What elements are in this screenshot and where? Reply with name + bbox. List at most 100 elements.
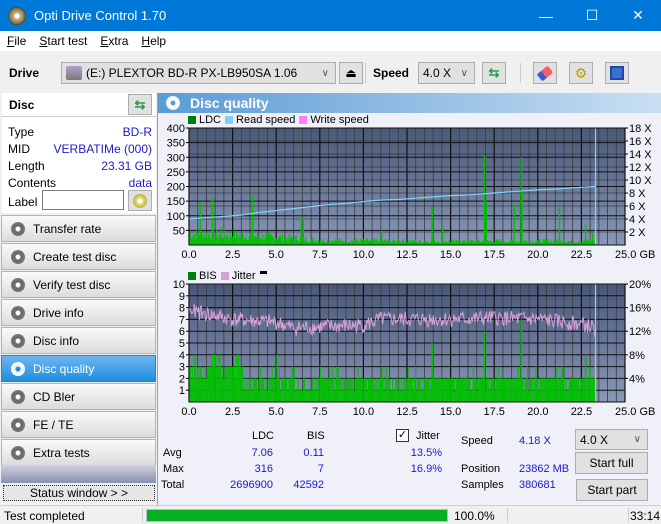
nav-cd-bler[interactable]: CD Bler <box>1 383 156 410</box>
nav-fe-te[interactable]: FE / TE <box>1 411 156 438</box>
bis-bar <box>326 378 328 402</box>
disc-info-panel: Type BD-R MID VERBATIMe (000) Length 23.31 … <box>2 117 156 213</box>
nav-create-test-disc[interactable]: Create test disc <box>1 243 156 270</box>
ldc-bar <box>456 240 458 245</box>
ldc-bar <box>278 235 281 245</box>
y2-tick-label: 12 X <box>629 162 652 174</box>
floppy-save-icon <box>610 66 624 80</box>
bis-bar <box>449 378 451 402</box>
ldc-bar <box>272 236 274 245</box>
bis-bar <box>298 390 300 402</box>
ldc-bar <box>311 237 313 245</box>
bis-bar <box>219 354 221 402</box>
bis-bar <box>397 378 399 402</box>
ldc-spike <box>211 198 214 245</box>
ldc-bar <box>590 241 592 245</box>
bis-bar <box>225 366 227 402</box>
ldc-bar <box>494 241 496 245</box>
stats-table: LDC BIS ✓ Jitter Avg 7.06 0.11 13.5% Max… <box>158 429 458 499</box>
start-part-button[interactable]: Start part <box>576 479 648 501</box>
bis-bar <box>372 378 374 402</box>
ldc-bar <box>525 241 527 245</box>
disc-icon <box>11 305 25 320</box>
eject-button[interactable]: ⏏ <box>339 62 363 84</box>
bis-bar <box>204 366 206 402</box>
bis-bar <box>334 390 336 402</box>
max-ldc: 316 <box>254 463 273 475</box>
settings-button[interactable]: ⚙ <box>569 62 593 84</box>
status-window-button[interactable]: Status window > > <box>3 485 155 501</box>
bis-bar <box>311 378 313 402</box>
legend-marker <box>259 270 267 274</box>
y2-tick-label: 18 X <box>629 123 652 135</box>
menu-start-test[interactable]: Start test <box>39 34 87 48</box>
bis-bar <box>249 378 251 402</box>
bis-bar <box>586 378 588 402</box>
bis-bar <box>277 378 279 402</box>
erase-button[interactable] <box>533 62 557 84</box>
bis-bar <box>405 390 407 402</box>
drive-select[interactable]: (E:) PLEXTOR BD-R PX-LB950SA 1.06 ∨ <box>61 62 336 84</box>
jitter-checkbox[interactable]: ✓ <box>396 429 409 442</box>
nav-transfer-rate[interactable]: Transfer rate <box>1 215 156 242</box>
refresh-button[interactable]: ⇆ <box>482 62 506 84</box>
nav-disc-info[interactable]: Disc info <box>1 327 156 354</box>
speed-value: 4.0 X <box>423 66 452 80</box>
ldc-bar <box>500 241 502 245</box>
bis-bar <box>339 378 341 402</box>
bis-bar <box>232 366 234 402</box>
resize-grip-icon[interactable]: ⋰ <box>649 514 657 523</box>
disc-icon <box>11 389 25 404</box>
test-speed-select[interactable]: 4.0 X ∨ <box>575 429 648 450</box>
menu-extra[interactable]: Extra <box>100 34 128 48</box>
disc-refresh-button[interactable]: ⇆ <box>128 94 152 115</box>
ldc-bar <box>407 240 409 245</box>
ldc-bar <box>338 238 340 245</box>
bis-bar <box>470 390 472 402</box>
ldc-bar <box>354 240 356 245</box>
nav-extra-tests[interactable]: Extra tests <box>1 439 156 466</box>
ldc-bar <box>314 239 316 245</box>
bis-bar <box>494 390 496 402</box>
menu-file[interactable]: File <box>7 34 26 48</box>
x-tick-label: 0.0 <box>181 249 196 261</box>
disc-label-button[interactable] <box>128 190 152 211</box>
ldc-bar <box>201 232 203 245</box>
ldc-bar <box>282 233 284 245</box>
bis-bar <box>473 378 475 402</box>
bis-bar <box>417 378 419 402</box>
bis-bar <box>418 378 420 402</box>
bis-bar <box>362 378 364 402</box>
bis-bar <box>575 378 577 402</box>
ldc-bar <box>286 238 288 245</box>
bis-bar <box>487 378 489 402</box>
bis-bar <box>254 378 256 402</box>
ldc-bar <box>542 239 544 245</box>
nav-drive-info[interactable]: Drive info <box>1 299 156 326</box>
ldc-bar <box>570 239 572 245</box>
bis-bar <box>293 366 295 402</box>
x-tick-label: 5.0 <box>269 249 284 261</box>
ldc-bar <box>228 238 230 245</box>
ldc-bar <box>215 235 217 245</box>
menu-bar: File Start test Extra Help <box>0 31 661 51</box>
bis-bar <box>555 378 557 402</box>
nav-verify-test-disc[interactable]: Verify test disc <box>1 271 156 298</box>
bis-bar <box>589 366 591 402</box>
speed-label: Speed <box>373 66 410 80</box>
speed-select[interactable]: 4.0 X ∨ <box>418 62 475 84</box>
close-button[interactable]: ✕ <box>615 0 661 31</box>
nav-label: CD Bler <box>33 389 76 404</box>
ldc-bar <box>209 238 211 245</box>
bis-bar <box>421 390 423 402</box>
maximize-button[interactable]: ☐ <box>569 0 615 31</box>
bis-bar <box>534 378 536 402</box>
start-full-button[interactable]: Start full <box>575 452 648 474</box>
disc-label-input[interactable] <box>42 190 124 210</box>
nav-disc-quality[interactable]: Disc quality <box>1 355 156 382</box>
minimize-button[interactable]: — <box>523 0 569 31</box>
ldc-bar <box>359 238 361 245</box>
menu-help[interactable]: Help <box>141 34 166 48</box>
bis-bar <box>262 378 264 402</box>
save-button[interactable] <box>605 62 629 84</box>
